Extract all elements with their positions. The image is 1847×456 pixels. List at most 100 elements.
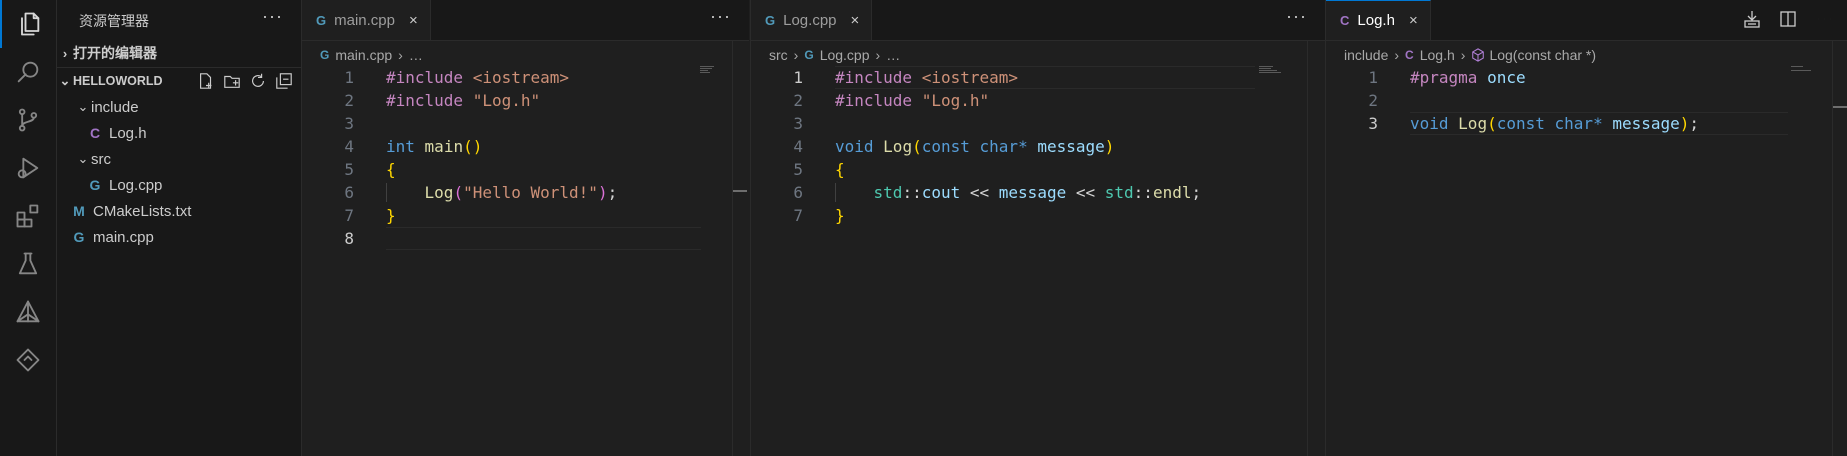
open-changes-icon[interactable] <box>1742 9 1762 29</box>
refresh-icon[interactable] <box>249 72 267 90</box>
collapse-all-icon[interactable] <box>275 72 293 90</box>
chevron-down-icon: ⌄ <box>77 151 89 166</box>
explorer-button[interactable] <box>0 0 56 48</box>
close-icon[interactable]: × <box>409 12 418 29</box>
line-number: 3 <box>1368 114 1378 133</box>
chevron-right-icon: › <box>793 47 799 63</box>
tab-label: Log.h <box>1357 12 1395 29</box>
code-line: } <box>386 206 396 225</box>
tree-item-log-h[interactable]: C Log.h <box>57 120 329 146</box>
code-line: int main() <box>386 137 483 156</box>
tree-item-include[interactable]: ⌄ include <box>57 94 319 120</box>
line-number: 2 <box>1368 91 1378 110</box>
vertical-scrollbar[interactable] <box>732 40 747 456</box>
tree-item-label: CMakeLists.txt <box>93 202 192 220</box>
code-editor[interactable]: 1 #include <iostream> 2 #include "Log.h" 3… <box>302 66 749 250</box>
tree-item-src[interactable]: ⌄ src <box>57 146 319 172</box>
line-number: 4 <box>793 137 803 156</box>
new-file-icon[interactable] <box>197 72 215 90</box>
c-header-file-icon: C <box>89 125 101 141</box>
code-line: void Log(const char* message); <box>1410 114 1700 133</box>
minimap[interactable] <box>1791 66 1817 78</box>
editor-more-actions[interactable]: ··· <box>1286 6 1307 27</box>
tree-item-label: Log.h <box>109 124 147 142</box>
line-number: 1 <box>1368 68 1378 87</box>
scrollbar-cursor-marker <box>1833 106 1847 108</box>
tab-bar: C Log.h × <box>1326 0 1847 41</box>
project-label: HELLOWORLD <box>73 74 163 88</box>
testing-button[interactable] <box>0 240 56 288</box>
search-button[interactable] <box>0 48 56 96</box>
split-editor-icon[interactable] <box>1778 9 1798 29</box>
open-editors-label: 打开的编辑器 <box>73 45 157 61</box>
scrollbar-cursor-marker <box>733 190 747 192</box>
open-editors-section[interactable]: › 打开的编辑器 <box>57 40 301 66</box>
editor-group-1: G main.cpp × ··· G main.cpp › … 1 #includ… <box>302 0 749 456</box>
breadcrumb-item[interactable]: … <box>409 47 423 63</box>
search-icon <box>17 61 39 83</box>
breadcrumb-item[interactable]: Log(const char *) <box>1489 47 1596 63</box>
code-editor[interactable]: 1 #include <iostream> 2 #include "Log.h" 3… <box>751 66 1325 227</box>
current-line-highlight <box>386 227 701 250</box>
cpp-file-icon: G <box>320 48 330 62</box>
code-line: #include <iostream> <box>835 68 1019 87</box>
breadcrumb-item[interactable]: … <box>886 47 900 63</box>
line-number: 4 <box>344 137 354 156</box>
line-number: 3 <box>344 114 354 133</box>
breadcrumb: src › G Log.cpp › … <box>769 45 900 65</box>
code-line: #include "Log.h" <box>835 91 990 110</box>
tab-bar: G Log.cpp × ··· <box>751 0 1325 41</box>
source-control-icon <box>18 108 38 132</box>
run-debug-button[interactable] <box>0 144 56 192</box>
chevron-right-icon: › <box>875 47 881 63</box>
minimap[interactable] <box>1259 66 1285 78</box>
breadcrumb-item[interactable]: Log.h <box>1420 47 1455 63</box>
source-control-button[interactable] <box>0 96 56 144</box>
tab-log-h[interactable]: C Log.h × <box>1326 0 1431 40</box>
vertical-scrollbar[interactable] <box>1832 40 1847 456</box>
explorer-more-actions[interactable]: ··· <box>262 6 283 27</box>
line-number: 6 <box>344 183 354 202</box>
code-line: { <box>835 160 845 179</box>
project-section[interactable]: ⌄ HELLOWORLD <box>57 67 301 94</box>
tree-item-cmakelists[interactable]: M CMakeLists.txt <box>57 198 313 224</box>
explorer-sidebar: 资源管理器 ··· › 打开的编辑器 ⌄ HELLOWORLD ⌄ includ… <box>57 0 302 456</box>
breadcrumb-item[interactable]: include <box>1344 47 1388 63</box>
breadcrumb-item[interactable]: main.cpp <box>335 47 392 63</box>
close-icon[interactable]: × <box>851 12 860 29</box>
editor-actions <box>1742 9 1834 29</box>
minimap[interactable] <box>700 66 726 78</box>
c-header-file-icon: C <box>1405 48 1414 62</box>
breadcrumb-item[interactable]: Log.cpp <box>820 47 870 63</box>
cpp-file-icon: G <box>804 48 814 62</box>
tab-log-cpp[interactable]: G Log.cpp × <box>751 0 873 40</box>
line-number: 1 <box>793 68 803 87</box>
tree-item-label: Log.cpp <box>109 176 163 194</box>
code-editor[interactable]: 1 #pragma once 2 3 void Log(const char* me… <box>1326 66 1847 135</box>
extensions-icon <box>16 204 39 228</box>
chevron-down-icon: ⌄ <box>77 99 89 114</box>
cpp-file-icon: G <box>73 229 85 245</box>
tree-item-log-cpp[interactable]: G Log.cpp <box>57 172 329 198</box>
editor-group-2: G Log.cpp × ··· src › G Log.cpp › … 1 #in… <box>750 0 1325 456</box>
tree-item-label: include <box>91 98 139 116</box>
editor-more-actions[interactable]: ··· <box>710 6 731 27</box>
chevron-right-icon: › <box>1394 47 1400 63</box>
tab-bar: G main.cpp × ··· <box>302 0 749 41</box>
files-icon <box>21 12 40 36</box>
code-line: { <box>386 160 396 179</box>
new-folder-icon[interactable] <box>223 72 241 90</box>
cmake-button[interactable] <box>0 288 56 336</box>
close-icon[interactable]: × <box>1409 12 1418 29</box>
cpp-file-icon: G <box>89 177 101 193</box>
editor-group-3: C Log.h × include › C Log.h › Log(const … <box>1325 0 1847 456</box>
remote-explorer-button[interactable] <box>0 336 56 384</box>
remote-explorer-icon <box>16 348 40 372</box>
more-actions-icon[interactable] <box>1814 9 1834 29</box>
tab-main-cpp[interactable]: G main.cpp × <box>302 0 431 40</box>
breadcrumb-item[interactable]: src <box>769 47 788 63</box>
tree-item-main-cpp[interactable]: G main.cpp <box>57 224 313 250</box>
line-number: 5 <box>793 160 803 179</box>
vertical-scrollbar[interactable] <box>1307 40 1322 456</box>
extensions-button[interactable] <box>0 192 56 240</box>
